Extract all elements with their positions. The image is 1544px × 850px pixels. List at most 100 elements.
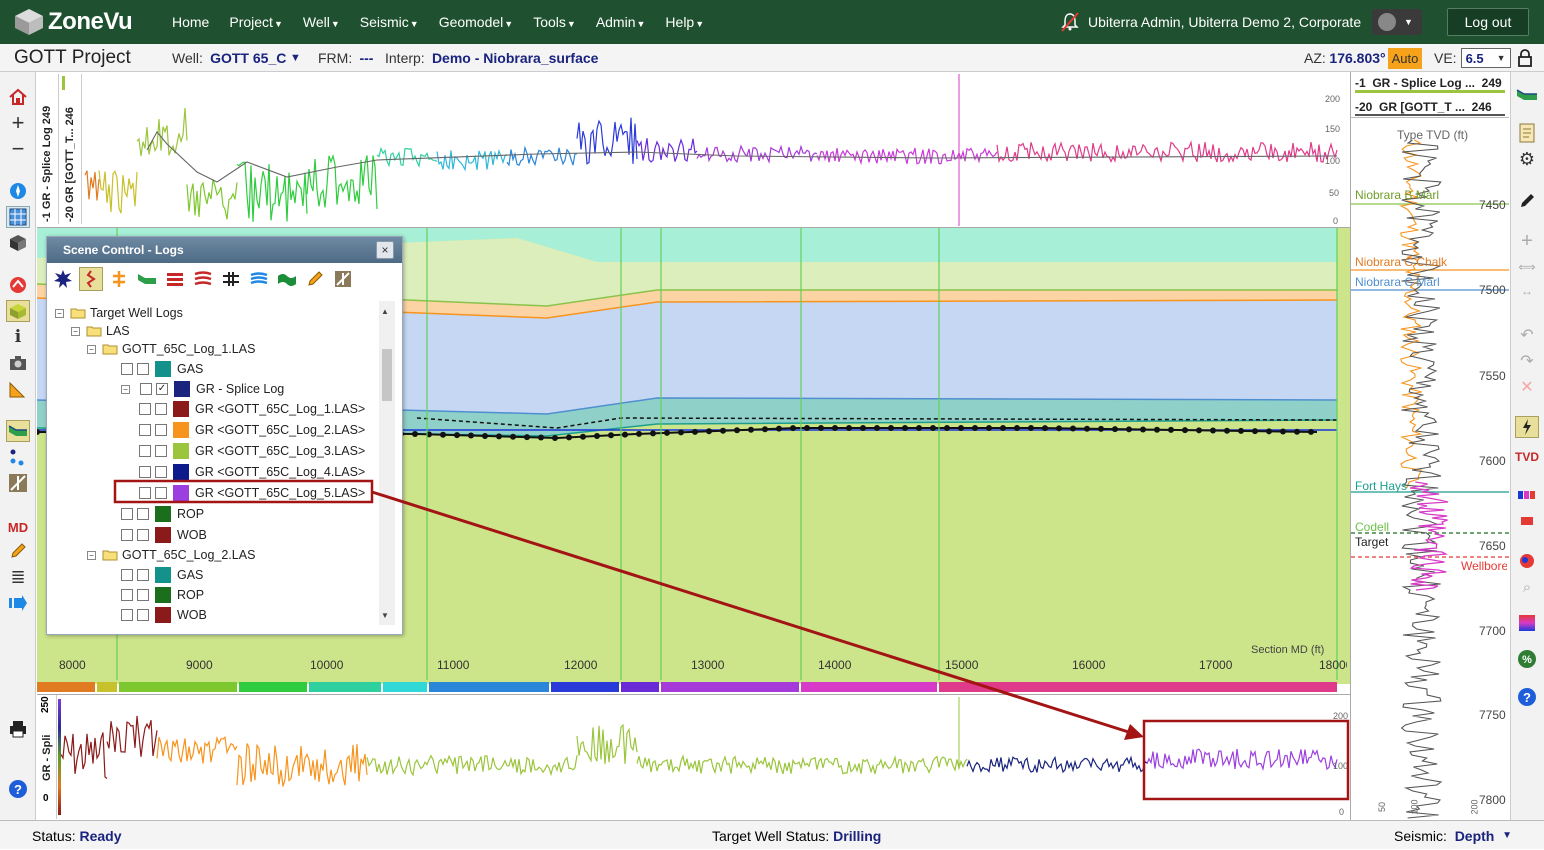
log-color-swatch[interactable] [155,607,171,623]
visibility-checkbox[interactable] [121,609,133,621]
list-lines-icon[interactable]: ≣ [6,566,30,588]
redo-icon[interactable]: ↷ [1515,350,1539,372]
log-curve-icon[interactable] [79,267,103,291]
pen-edit-icon[interactable] [1515,190,1539,212]
grid-view-icon[interactable] [6,206,30,228]
fault-icon[interactable] [6,472,30,494]
selection-checkbox[interactable] [137,363,149,375]
tree-log-item[interactable]: ROP [121,585,204,605]
split-horizontal-icon[interactable]: ↔ [1515,280,1539,302]
auto-button[interactable]: Auto [1387,47,1423,69]
selection-checkbox[interactable] [155,487,167,499]
frm-selector[interactable]: FRM: --- [318,44,373,72]
collapse-toggle-icon[interactable]: − [87,344,96,354]
selection-checkbox[interactable] [137,589,149,601]
lightning-icon[interactable] [1515,416,1539,438]
info-icon[interactable]: i [6,326,30,348]
selection-checkbox[interactable] [155,403,167,415]
3d-view-icon[interactable] [6,232,30,254]
log-color-swatch[interactable] [155,527,171,543]
visibility-checkbox[interactable] [121,508,133,520]
ruler-icon[interactable] [6,378,30,400]
tree-log-item[interactable]: GR <GOTT_65C_Log_5.LAS> [139,483,365,503]
split-vertical-icon[interactable]: ⟺ [1515,256,1539,278]
add-point-icon[interactable]: + [1515,230,1539,252]
log-curve-orange-icon[interactable] [107,267,131,291]
log-color-swatch[interactable] [173,422,189,438]
document-icon[interactable] [1515,122,1539,144]
well-log-icon[interactable] [1515,84,1539,106]
menu-seismic[interactable]: Seismic▼ [360,14,419,30]
horizon-icon[interactable] [247,267,271,291]
log-color-swatch[interactable] [174,381,190,397]
selection-checkbox[interactable] [155,466,167,478]
interp-selector[interactable]: Interp: Demo - Niobrara_surface [385,44,598,72]
tree-scrollbar-thumb[interactable] [382,349,392,401]
log-color-swatch[interactable] [155,506,171,522]
color-blocks-icon[interactable] [1515,484,1539,506]
scroll-down-icon[interactable]: ▼ [381,611,389,620]
visibility-checkbox[interactable] [139,424,151,436]
visibility-checkbox[interactable] [121,363,133,375]
selection-checkbox[interactable] [155,424,167,436]
zonevu-logo[interactable]: ZoneVu [14,6,133,38]
help-icon[interactable]: ? [6,778,30,800]
log-color-swatch[interactable] [155,361,171,377]
delete-x-icon[interactable]: ✕ [1515,376,1539,398]
tree-log-item[interactable]: GAS [121,565,203,585]
tree-log-item[interactable]: GAS [121,359,203,379]
fault-icon[interactable] [331,267,355,291]
top-log-track[interactable]: -1 GR - Splice Log 249 -20 GR [GOTT_T...… [37,72,1350,228]
tree-log-item[interactable]: GR <GOTT_65C_Log_4.LAS> [139,462,365,482]
tree-log-item[interactable]: GR <GOTT_65C_Log_2.LAS> [139,420,365,440]
selection-checkbox[interactable] [137,609,149,621]
red-block-icon[interactable] [1515,510,1539,532]
log-color-swatch[interactable] [173,401,189,417]
export-arrow-icon[interactable] [6,592,30,614]
tree-log-item[interactable]: GR <GOTT_65C_Log_1.LAS> [139,399,365,419]
geomodel-icon[interactable] [6,300,30,322]
colormap-icon[interactable] [1515,612,1539,634]
print-icon[interactable] [6,718,30,740]
selection-checkbox[interactable]: ✓ [156,383,168,395]
menu-help[interactable]: Help▼ [665,14,704,30]
percent-icon[interactable]: % [1515,648,1539,670]
steering-icon[interactable] [6,274,30,296]
zoom-in-icon[interactable]: + [6,110,30,135]
green-wave-icon[interactable] [275,267,299,291]
layers-stripe-icon[interactable] [191,267,215,291]
tree-log-item[interactable]: GR <GOTT_65C_Log_3.LAS> [139,441,365,461]
lock-icon[interactable] [1517,49,1533,67]
visibility-checkbox[interactable] [139,466,151,478]
seismic-mode-selector[interactable]: Seismic: Depth ▼ [1394,821,1512,850]
collapse-toggle-icon[interactable]: − [55,308,64,318]
visibility-checkbox[interactable] [139,487,151,499]
camera-icon[interactable] [6,352,30,374]
gear-star-icon[interactable] [51,267,75,291]
seismic-color-icon[interactable] [1515,550,1539,572]
logs-icon[interactable] [6,420,30,442]
tree-log-item[interactable]: WOB [121,525,207,545]
well-selector[interactable]: Well: GOTT 65_C ▼ [172,44,301,72]
zoom-out-icon[interactable]: − [6,136,30,161]
log-color-swatch[interactable] [173,464,189,480]
marker-lines-icon[interactable] [219,267,243,291]
menu-geomodel[interactable]: Geomodel▼ [439,14,514,30]
menu-home[interactable]: Home [172,14,209,30]
layers-red-icon[interactable] [163,267,187,291]
menu-tools[interactable]: Tools▼ [533,14,576,30]
log-color-swatch[interactable] [173,485,189,501]
type-log-panel[interactable]: -1 GR - Splice Log ... 249 -20 GR [GOTT_… [1350,72,1510,820]
ve-select[interactable]: 6.5 ▼ [1460,48,1511,68]
menu-project[interactable]: Project▼ [229,14,283,30]
visibility-checkbox[interactable] [139,445,151,457]
tree-folder[interactable]: − LAS [71,321,130,341]
log-color-swatch[interactable] [155,587,171,603]
tree-folder[interactable]: − Target Well Logs [55,303,183,323]
md-button[interactable]: MD [6,516,30,538]
pencil-icon[interactable] [6,540,30,562]
tree-folder[interactable]: − GOTT_65C_Log_2.LAS [87,545,255,565]
help-circle-icon[interactable]: ? [1515,686,1539,708]
visibility-checkbox[interactable] [121,589,133,601]
logout-button[interactable]: Log out [1447,8,1529,36]
